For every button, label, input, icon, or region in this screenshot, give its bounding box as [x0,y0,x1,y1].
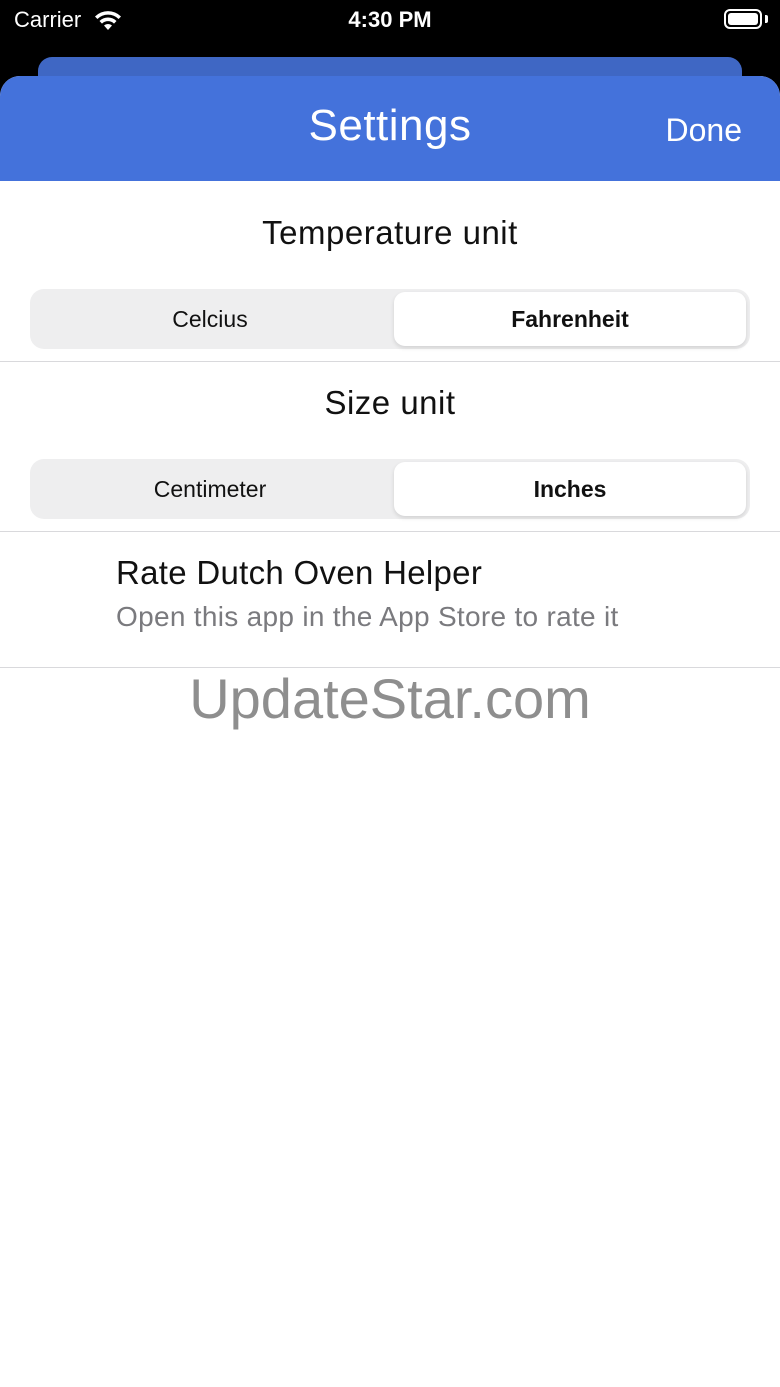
divider [0,361,780,362]
rate-app-row[interactable]: Rate Dutch Oven Helper Open this app in … [0,532,780,667]
size-unit-title: Size unit [324,384,456,421]
segment-celcius[interactable]: Celcius [30,289,390,349]
battery-tip [765,15,768,23]
battery-level [728,13,758,25]
rate-app-subtitle: Open this app in the App Store to rate i… [116,601,619,632]
segment-fahrenheit[interactable]: Fahrenheit [394,292,746,346]
navigation-bar: Settings Done [0,76,780,181]
size-unit-segmented-control: Centimeter Inches [30,459,750,519]
temperature-unit-segmented-control: Celcius Fahrenheit [30,289,750,349]
done-button[interactable]: Done [666,110,743,150]
segment-inches[interactable]: Inches [394,462,746,516]
watermark: UpdateStar.com [189,667,591,730]
segment-centimeter[interactable]: Centimeter [30,459,390,519]
battery-icon [724,9,762,29]
page-title: Settings [308,101,472,150]
status-bar: Carrier 4:30 PM [0,0,780,44]
rate-app-title: Rate Dutch Oven Helper [116,554,483,591]
temperature-unit-title: Temperature unit [262,214,518,251]
status-time: 4:30 PM [348,7,432,32]
settings-sheet: Settings Done Temperature unit Celcius F… [0,76,780,1387]
